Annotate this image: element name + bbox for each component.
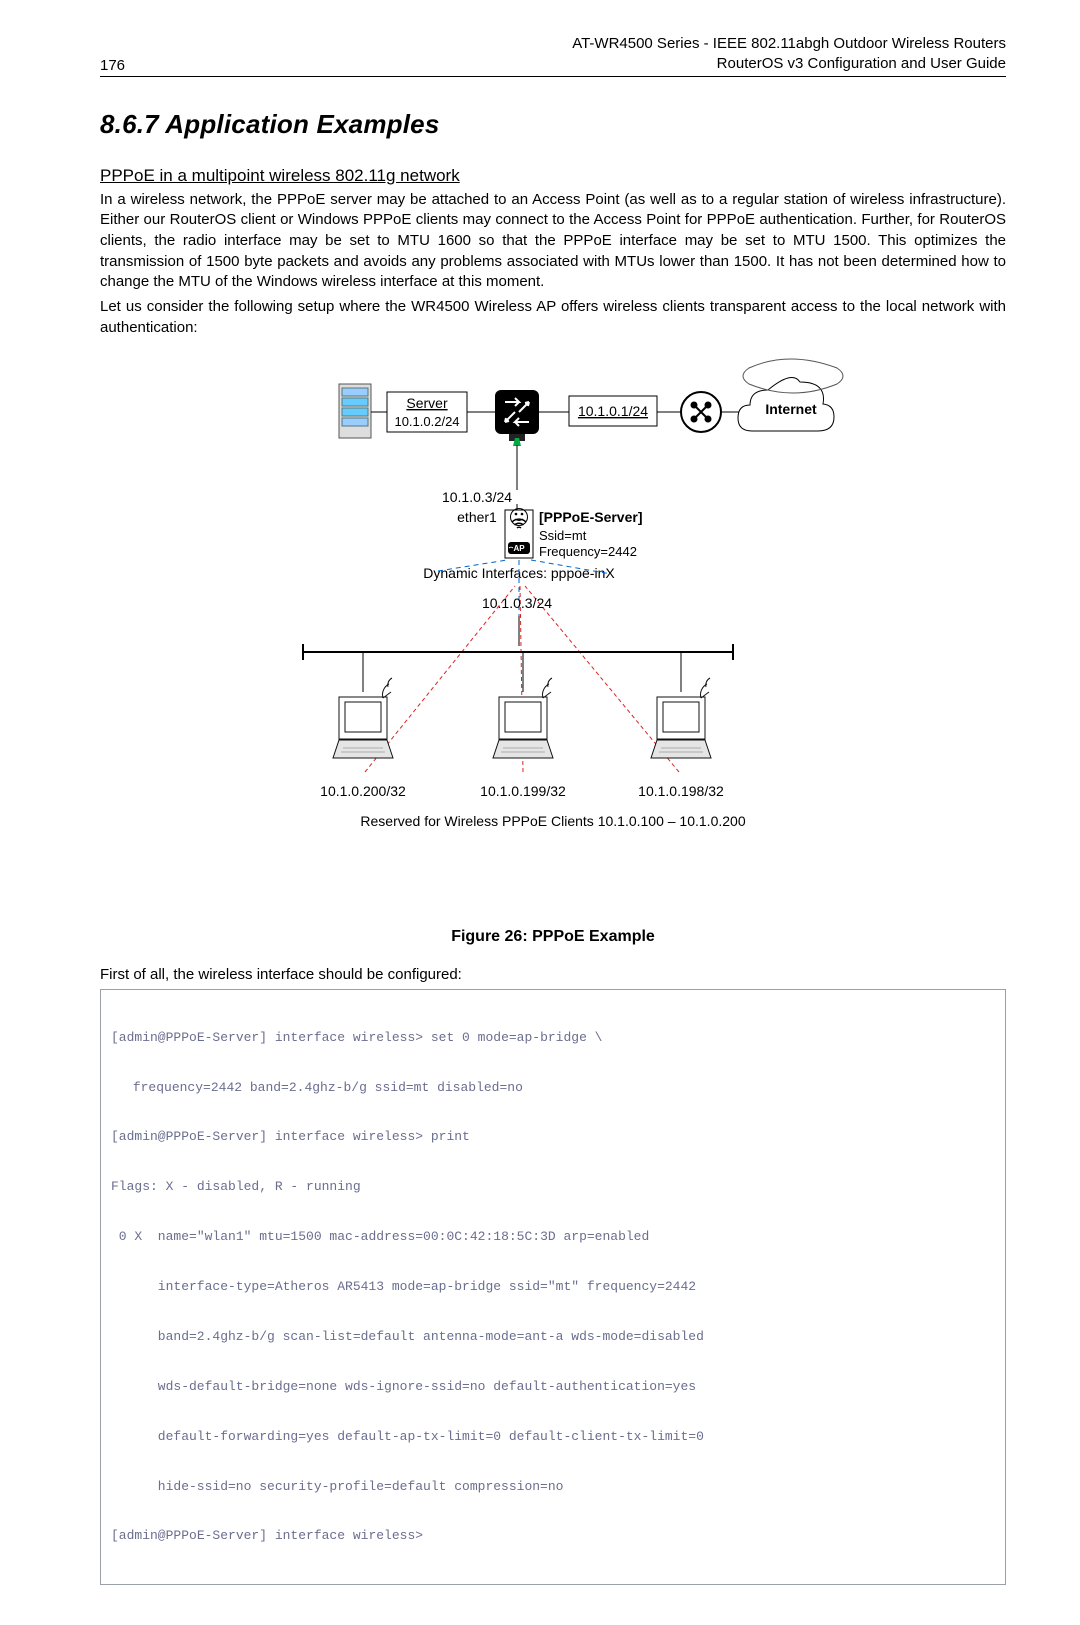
ssid-label: Ssid=mt [539,528,587,543]
pppoe-server-label: [PPPoE-Server] [539,509,642,525]
code-l1: [admin@PPPoE-Server] interface wireless>… [111,1030,995,1047]
client2-ip: 10.1.0.199/32 [480,783,566,799]
code-lead: First of all, the wireless interface sho… [100,966,1006,983]
router-icon [495,390,539,446]
connection-icon [681,392,721,432]
laptop-2 [493,652,553,758]
client3-ip: 10.1.0.198/32 [638,783,724,799]
client1-ip: 10.1.0.200/32 [320,783,406,799]
ap-icon-box: AP [505,509,533,559]
svg-text:AP: AP [513,544,525,553]
server-icon [339,384,371,438]
page-header-right: AT-WR4500 Series - IEEE 802.11abgh Outdo… [572,34,1006,74]
internet-cloud-icon: Internet [738,359,843,431]
laptop-3 [651,652,711,758]
code-l5: 0 X name="wlan1" mtu=1500 mac-address=00… [111,1229,995,1246]
page-header: 176 AT-WR4500 Series - IEEE 802.11abgh O… [100,34,1006,74]
router-ip: 10.1.0.1/24 [578,403,648,419]
server-label-box: Server 10.1.0.2/24 [387,392,467,432]
paragraph-2: Let us consider the following setup wher… [100,297,1006,338]
code-l4: Flags: X - disabled, R - running [111,1179,995,1196]
section-title: 8.6.7 Application Examples [100,109,1006,140]
code-l6: interface-type=Atheros AR5413 mode=ap-br… [111,1279,995,1296]
paragraph-1: In a wireless network, the PPPoE server … [100,190,1006,293]
pppoe-figure: Server 10.1.0.2/24 10.1.0.1/24 [233,352,873,922]
figure-wrap: Server 10.1.0.2/24 10.1.0.1/24 [233,352,873,946]
code-l9: default-forwarding=yes default-ap-tx-lim… [111,1429,995,1446]
server-label: Server [406,395,448,411]
code-block: [admin@PPPoE-Server] interface wireless>… [100,989,1006,1585]
client-net-label: 10.1.0.3/24 [482,595,552,611]
ether1-label: ether1 [457,509,497,525]
figure-caption: Figure 26: PPPoE Example [233,928,873,946]
code-l11: [admin@PPPoE-Server] interface wireless> [111,1528,995,1545]
page-number: 176 [100,57,125,74]
code-l7: band=2.4ghz-b/g scan-list=default antenn… [111,1329,995,1346]
internet-label: Internet [765,401,817,417]
code-l8: wds-default-bridge=none wds-ignore-ssid=… [111,1379,995,1396]
mid-ip: 10.1.0.3/24 [442,489,512,505]
laptop-1 [333,652,393,758]
freq-label: Frequency=2442 [539,544,637,559]
server-ip: 10.1.0.2/24 [394,414,459,429]
doc-title-line2: RouterOS v3 Configuration and User Guide [572,54,1006,74]
subsection-heading: PPPoE in a multipoint wireless 802.11g n… [100,166,1006,186]
reserved-label: Reserved for Wireless PPPoE Clients 10.1… [360,813,745,829]
code-l2: frequency=2442 band=2.4ghz-b/g ssid=mt d… [111,1080,995,1097]
doc-title-line1: AT-WR4500 Series - IEEE 802.11abgh Outdo… [572,34,1006,54]
document-page: 176 AT-WR4500 Series - IEEE 802.11abgh O… [0,0,1080,1625]
code-l10: hide-ssid=no security-profile=default co… [111,1479,995,1496]
header-divider [100,76,1006,77]
code-l3: [admin@PPPoE-Server] interface wireless>… [111,1129,995,1146]
